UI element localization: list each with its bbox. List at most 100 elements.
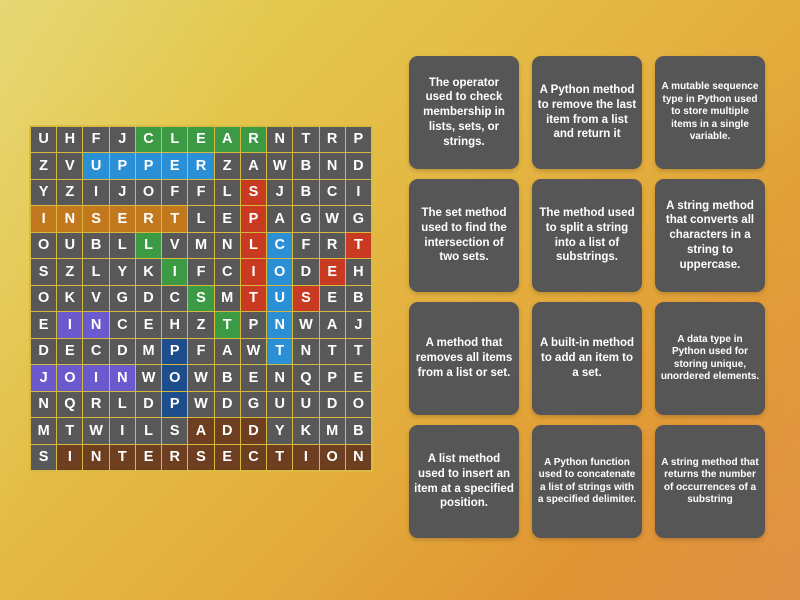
grid-cell[interactable]: E	[319, 285, 345, 312]
grid-cell[interactable]: L	[135, 232, 162, 259]
grid-cell[interactable]: C	[214, 259, 240, 285]
grid-cell[interactable]: G	[293, 206, 319, 232]
grid-cell[interactable]: L	[162, 127, 188, 153]
grid-cell[interactable]: E	[135, 312, 162, 338]
grid-cell[interactable]: M	[319, 418, 345, 444]
grid-cell[interactable]: N	[57, 206, 83, 232]
grid-cell[interactable]: I	[57, 312, 83, 338]
grid-cell[interactable]: V	[83, 285, 109, 312]
grid-cell[interactable]: N	[345, 444, 371, 470]
grid-cell[interactable]: F	[293, 232, 319, 259]
grid-cell[interactable]: Z	[57, 179, 83, 206]
grid-cell[interactable]: M	[214, 285, 240, 312]
grid-cell[interactable]: W	[267, 153, 293, 179]
grid-cell[interactable]: E	[135, 444, 162, 470]
grid-cell[interactable]: D	[109, 338, 135, 365]
grid-cell[interactable]: T	[162, 206, 188, 232]
word-search-grid[interactable]: UHFJCLEARNTRPZVUPPERZAWBNDYZIJOFFLSJBCII…	[29, 125, 373, 472]
grid-cell[interactable]: G	[345, 206, 371, 232]
clue-card[interactable]: A string method that converts all charac…	[655, 179, 765, 292]
grid-cell[interactable]: B	[83, 232, 109, 259]
grid-cell[interactable]: W	[319, 206, 345, 232]
grid-cell[interactable]: D	[240, 418, 267, 444]
grid-cell[interactable]: K	[293, 418, 319, 444]
grid-cell[interactable]: Z	[188, 312, 214, 338]
grid-cell[interactable]: S	[31, 259, 57, 285]
grid-cell[interactable]: E	[31, 312, 57, 338]
grid-cell[interactable]: B	[345, 418, 371, 444]
grid-cell[interactable]: H	[345, 259, 371, 285]
grid-cell[interactable]: V	[162, 232, 188, 259]
grid-cell[interactable]: N	[319, 153, 345, 179]
grid-cell[interactable]: E	[188, 127, 214, 153]
grid-cell[interactable]: E	[214, 206, 240, 232]
grid-cell[interactable]: S	[31, 444, 57, 470]
grid-cell[interactable]: O	[31, 285, 57, 312]
grid-cell[interactable]: I	[31, 206, 57, 232]
grid-cell[interactable]: K	[135, 259, 162, 285]
grid-cell[interactable]: W	[83, 418, 109, 444]
grid-cell[interactable]: N	[267, 365, 293, 391]
grid-cell[interactable]: S	[188, 285, 214, 312]
grid-cell[interactable]: F	[188, 259, 214, 285]
clue-card[interactable]: A data type in Python used for storing u…	[655, 302, 765, 415]
grid-cell[interactable]: R	[319, 127, 345, 153]
grid-cell[interactable]: T	[240, 285, 267, 312]
grid-cell[interactable]: A	[319, 312, 345, 338]
grid-cell[interactable]: S	[162, 418, 188, 444]
grid-cell[interactable]: L	[135, 418, 162, 444]
grid-cell[interactable]: S	[293, 285, 319, 312]
grid-cell[interactable]: W	[188, 391, 214, 418]
grid-cell[interactable]: L	[109, 232, 135, 259]
grid-cell[interactable]: P	[240, 206, 267, 232]
grid-cell[interactable]: M	[31, 418, 57, 444]
grid-cell[interactable]: T	[345, 338, 371, 365]
grid-cell[interactable]: B	[293, 179, 319, 206]
grid-cell[interactable]: P	[135, 153, 162, 179]
grid-cell[interactable]: U	[83, 153, 109, 179]
grid-cell[interactable]: G	[109, 285, 135, 312]
grid-cell[interactable]: I	[109, 418, 135, 444]
grid-cell[interactable]: D	[135, 391, 162, 418]
grid-cell[interactable]: F	[162, 179, 188, 206]
grid-cell[interactable]: Q	[293, 365, 319, 391]
grid-cell[interactable]: I	[240, 259, 267, 285]
grid-cell[interactable]: L	[188, 206, 214, 232]
grid-cell[interactable]: P	[162, 391, 188, 418]
grid-cell[interactable]: J	[345, 312, 371, 338]
grid-cell[interactable]: S	[83, 206, 109, 232]
grid-cell[interactable]: O	[57, 365, 83, 391]
grid-cell[interactable]: B	[293, 153, 319, 179]
clue-card[interactable]: The set method used to find the intersec…	[409, 179, 519, 292]
grid-cell[interactable]: G	[240, 391, 267, 418]
grid-cell[interactable]: R	[135, 206, 162, 232]
grid-cell[interactable]: N	[214, 232, 240, 259]
grid-cell[interactable]: E	[57, 338, 83, 365]
grid-cell[interactable]: F	[188, 338, 214, 365]
grid-cell[interactable]: E	[345, 365, 371, 391]
grid-cell[interactable]: T	[57, 418, 83, 444]
grid-cell[interactable]: E	[240, 365, 267, 391]
grid-cell[interactable]: J	[267, 179, 293, 206]
grid-cell[interactable]: A	[240, 153, 267, 179]
grid-cell[interactable]: J	[109, 179, 135, 206]
grid-cell[interactable]: J	[109, 127, 135, 153]
grid-cell[interactable]: C	[135, 127, 162, 153]
clue-card[interactable]: A Python method to remove the last item …	[532, 56, 642, 169]
grid-cell[interactable]: C	[162, 285, 188, 312]
grid-cell[interactable]: N	[109, 365, 135, 391]
grid-cell[interactable]: J	[31, 365, 57, 391]
grid-cell[interactable]: F	[83, 127, 109, 153]
grid-cell[interactable]: D	[214, 391, 240, 418]
grid-cell[interactable]: D	[319, 391, 345, 418]
grid-cell[interactable]: R	[188, 153, 214, 179]
grid-cell[interactable]: D	[135, 285, 162, 312]
clue-card[interactable]: A string method that returns the number …	[655, 425, 765, 538]
grid-cell[interactable]: C	[109, 312, 135, 338]
grid-cell[interactable]: Y	[109, 259, 135, 285]
clue-card[interactable]: A method that removes all items from a l…	[409, 302, 519, 415]
grid-cell[interactable]: W	[135, 365, 162, 391]
grid-cell[interactable]: I	[83, 179, 109, 206]
grid-cell[interactable]: C	[319, 179, 345, 206]
grid-cell[interactable]: I	[57, 444, 83, 470]
